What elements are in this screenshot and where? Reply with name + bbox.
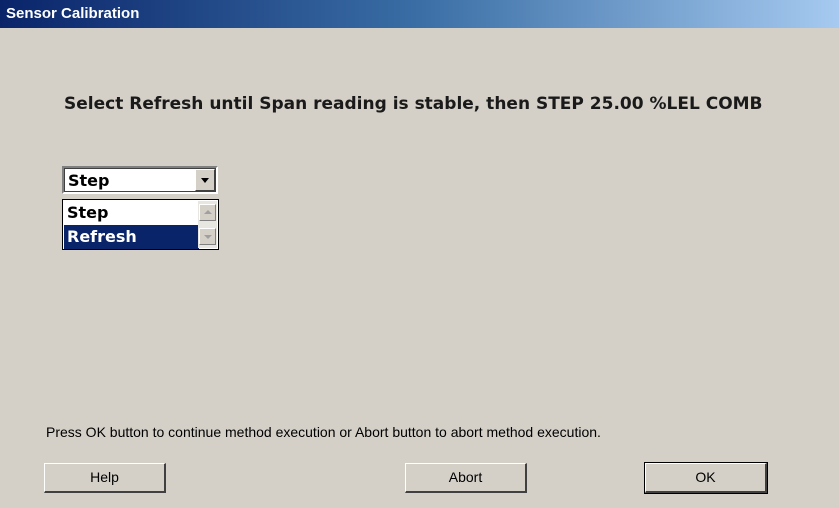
scroll-up-icon [204, 210, 212, 214]
ok-button[interactable]: OK [644, 462, 768, 494]
combobox-dropdown-button[interactable] [195, 169, 215, 191]
action-dropdown-list: Step Refresh [62, 199, 219, 250]
scroll-down-button[interactable] [199, 228, 216, 245]
dropdown-scrollbar[interactable] [198, 201, 217, 248]
scroll-up-button[interactable] [199, 204, 216, 221]
abort-button[interactable]: Abort [405, 463, 527, 493]
dropdown-option-step[interactable]: Step [64, 201, 199, 225]
action-combobox[interactable]: Step [62, 166, 218, 194]
scroll-down-icon [204, 235, 212, 239]
combobox-selected-value: Step [68, 171, 110, 190]
instruction-text: Select Refresh until Span reading is sta… [64, 94, 763, 114]
help-button[interactable]: Help [44, 463, 166, 493]
footer-message: Press OK button to continue method execu… [46, 424, 601, 440]
dropdown-option-refresh[interactable]: Refresh [64, 225, 199, 249]
window-title: Sensor Calibration [0, 0, 839, 28]
chevron-down-icon [201, 178, 209, 183]
sensor-calibration-dialog: Sensor Calibration Select Refresh until … [0, 0, 839, 508]
